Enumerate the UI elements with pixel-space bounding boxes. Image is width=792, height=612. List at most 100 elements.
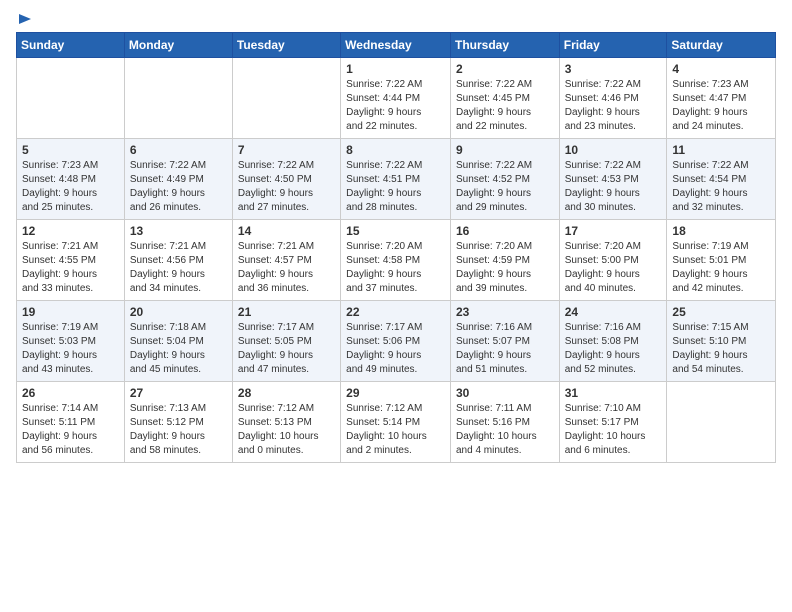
calendar-week-1: 1 Sunrise: 7:22 AM Sunset: 4:44 PM Daylig… xyxy=(17,58,776,139)
calendar-header-sunday: Sunday xyxy=(17,33,125,58)
day-info: Sunrise: 7:12 AM Sunset: 5:14 PM Dayligh… xyxy=(346,402,445,458)
calendar-header-tuesday: Tuesday xyxy=(232,33,340,58)
day-number: 29 xyxy=(346,386,445,400)
day-info: Sunrise: 7:16 AM Sunset: 5:08 PM Dayligh… xyxy=(565,321,662,377)
day-number: 23 xyxy=(456,305,554,319)
calendar-header-thursday: Thursday xyxy=(450,33,559,58)
day-number: 30 xyxy=(456,386,554,400)
calendar-week-3: 12Sunrise: 7:21 AM Sunset: 4:55 PM Dayli… xyxy=(17,220,776,301)
calendar-cell: 5 Sunrise: 7:23 AM Sunset: 4:48 PM Daylig… xyxy=(17,139,125,220)
day-info: Sunrise: 7:23 AM Sunset: 4:48 PM Dayligh… xyxy=(22,159,119,215)
calendar-cell: 1 Sunrise: 7:22 AM Sunset: 4:44 PM Daylig… xyxy=(341,58,451,139)
calendar-header-saturday: Saturday xyxy=(667,33,776,58)
day-info: Sunrise: 7:18 AM Sunset: 5:04 PM Dayligh… xyxy=(130,321,227,377)
day-number: 31 xyxy=(565,386,662,400)
calendar-cell: 4Sunrise: 7:23 AM Sunset: 4:47 PM Daylig… xyxy=(667,58,776,139)
day-info: Sunrise: 7:17 AM Sunset: 5:06 PM Dayligh… xyxy=(346,321,445,377)
day-number: 22 xyxy=(346,305,445,319)
day-info: Sunrise: 7:22 AM Sunset: 4:52 PM Dayligh… xyxy=(456,159,554,215)
day-info: Sunrise: 7:16 AM Sunset: 5:07 PM Dayligh… xyxy=(456,321,554,377)
day-info: Sunrise: 7:22 AM Sunset: 4:46 PM Dayligh… xyxy=(565,78,662,134)
calendar-cell: 14Sunrise: 7:21 AM Sunset: 4:57 PM Dayli… xyxy=(232,220,340,301)
calendar-cell xyxy=(124,58,232,139)
day-number: 4 xyxy=(672,62,770,76)
day-number: 18 xyxy=(672,224,770,238)
page: SundayMondayTuesdayWednesdayThursdayFrid… xyxy=(0,0,792,612)
calendar-cell: 16 Sunrise: 7:20 AM Sunset: 4:59 PM Dayli… xyxy=(450,220,559,301)
day-info: Sunrise: 7:21 AM Sunset: 4:57 PM Dayligh… xyxy=(238,240,335,296)
calendar-cell: 27 Sunrise: 7:13 AM Sunset: 5:12 PM Dayli… xyxy=(124,382,232,463)
day-number: 17 xyxy=(565,224,662,238)
calendar-cell: 12Sunrise: 7:21 AM Sunset: 4:55 PM Dayli… xyxy=(17,220,125,301)
day-info: Sunrise: 7:15 AM Sunset: 5:10 PM Dayligh… xyxy=(672,321,770,377)
day-info: Sunrise: 7:14 AM Sunset: 5:11 PM Dayligh… xyxy=(22,402,119,458)
calendar-table: SundayMondayTuesdayWednesdayThursdayFrid… xyxy=(16,32,776,463)
calendar-cell: 3 Sunrise: 7:22 AM Sunset: 4:46 PM Daylig… xyxy=(559,58,667,139)
day-info: Sunrise: 7:22 AM Sunset: 4:45 PM Dayligh… xyxy=(456,78,554,134)
calendar-cell xyxy=(232,58,340,139)
calendar-cell: 2Sunrise: 7:22 AM Sunset: 4:45 PM Daylig… xyxy=(450,58,559,139)
calendar-week-5: 26 Sunrise: 7:14 AM Sunset: 5:11 PM Dayli… xyxy=(17,382,776,463)
calendar-week-2: 5 Sunrise: 7:23 AM Sunset: 4:48 PM Daylig… xyxy=(17,139,776,220)
calendar-cell: 22 Sunrise: 7:17 AM Sunset: 5:06 PM Dayli… xyxy=(341,301,451,382)
day-info: Sunrise: 7:17 AM Sunset: 5:05 PM Dayligh… xyxy=(238,321,335,377)
calendar-header-wednesday: Wednesday xyxy=(341,33,451,58)
day-info: Sunrise: 7:22 AM Sunset: 4:50 PM Dayligh… xyxy=(238,159,335,215)
day-number: 11 xyxy=(672,143,770,157)
calendar-cell: 29 Sunrise: 7:12 AM Sunset: 5:14 PM Dayli… xyxy=(341,382,451,463)
day-number: 27 xyxy=(130,386,227,400)
day-info: Sunrise: 7:22 AM Sunset: 4:53 PM Dayligh… xyxy=(565,159,662,215)
calendar-cell xyxy=(667,382,776,463)
calendar-cell: 23 Sunrise: 7:16 AM Sunset: 5:07 PM Dayli… xyxy=(450,301,559,382)
day-number: 28 xyxy=(238,386,335,400)
day-info: Sunrise: 7:11 AM Sunset: 5:16 PM Dayligh… xyxy=(456,402,554,458)
calendar-cell: 11Sunrise: 7:22 AM Sunset: 4:54 PM Dayli… xyxy=(667,139,776,220)
day-number: 20 xyxy=(130,305,227,319)
day-info: Sunrise: 7:20 AM Sunset: 5:00 PM Dayligh… xyxy=(565,240,662,296)
calendar-cell: 6 Sunrise: 7:22 AM Sunset: 4:49 PM Daylig… xyxy=(124,139,232,220)
calendar-cell: 31 Sunrise: 7:10 AM Sunset: 5:17 PM Dayli… xyxy=(559,382,667,463)
calendar-cell: 26 Sunrise: 7:14 AM Sunset: 5:11 PM Dayli… xyxy=(17,382,125,463)
calendar-cell: 25Sunrise: 7:15 AM Sunset: 5:10 PM Dayli… xyxy=(667,301,776,382)
day-number: 7 xyxy=(238,143,335,157)
day-info: Sunrise: 7:13 AM Sunset: 5:12 PM Dayligh… xyxy=(130,402,227,458)
day-info: Sunrise: 7:22 AM Sunset: 4:44 PM Dayligh… xyxy=(346,78,445,134)
calendar-header-monday: Monday xyxy=(124,33,232,58)
day-info: Sunrise: 7:21 AM Sunset: 4:56 PM Dayligh… xyxy=(130,240,227,296)
day-number: 8 xyxy=(346,143,445,157)
day-number: 6 xyxy=(130,143,227,157)
calendar-cell: 10 Sunrise: 7:22 AM Sunset: 4:53 PM Dayli… xyxy=(559,139,667,220)
calendar-cell xyxy=(17,58,125,139)
day-info: Sunrise: 7:19 AM Sunset: 5:03 PM Dayligh… xyxy=(22,321,119,377)
day-info: Sunrise: 7:20 AM Sunset: 4:59 PM Dayligh… xyxy=(456,240,554,296)
day-info: Sunrise: 7:19 AM Sunset: 5:01 PM Dayligh… xyxy=(672,240,770,296)
day-number: 26 xyxy=(22,386,119,400)
calendar-cell: 13 Sunrise: 7:21 AM Sunset: 4:56 PM Dayli… xyxy=(124,220,232,301)
calendar-cell: 28Sunrise: 7:12 AM Sunset: 5:13 PM Dayli… xyxy=(232,382,340,463)
day-number: 24 xyxy=(565,305,662,319)
day-number: 12 xyxy=(22,224,119,238)
calendar-week-4: 19 Sunrise: 7:19 AM Sunset: 5:03 PM Dayli… xyxy=(17,301,776,382)
calendar-header-friday: Friday xyxy=(559,33,667,58)
day-number: 19 xyxy=(22,305,119,319)
day-info: Sunrise: 7:22 AM Sunset: 4:49 PM Dayligh… xyxy=(130,159,227,215)
calendar-cell: 24 Sunrise: 7:16 AM Sunset: 5:08 PM Dayli… xyxy=(559,301,667,382)
calendar-header-row: SundayMondayTuesdayWednesdayThursdayFrid… xyxy=(17,33,776,58)
header xyxy=(16,12,776,24)
day-number: 3 xyxy=(565,62,662,76)
day-number: 5 xyxy=(22,143,119,157)
day-number: 13 xyxy=(130,224,227,238)
day-number: 10 xyxy=(565,143,662,157)
logo-icon xyxy=(17,10,35,28)
day-number: 21 xyxy=(238,305,335,319)
calendar-cell: 30 Sunrise: 7:11 AM Sunset: 5:16 PM Dayli… xyxy=(450,382,559,463)
day-number: 1 xyxy=(346,62,445,76)
calendar-cell: 9Sunrise: 7:22 AM Sunset: 4:52 PM Daylig… xyxy=(450,139,559,220)
day-info: Sunrise: 7:10 AM Sunset: 5:17 PM Dayligh… xyxy=(565,402,662,458)
day-number: 16 xyxy=(456,224,554,238)
calendar-cell: 20 Sunrise: 7:18 AM Sunset: 5:04 PM Dayli… xyxy=(124,301,232,382)
calendar-cell: 21 Sunrise: 7:17 AM Sunset: 5:05 PM Dayli… xyxy=(232,301,340,382)
day-info: Sunrise: 7:22 AM Sunset: 4:51 PM Dayligh… xyxy=(346,159,445,215)
calendar-cell: 8 Sunrise: 7:22 AM Sunset: 4:51 PM Daylig… xyxy=(341,139,451,220)
logo xyxy=(16,12,35,24)
